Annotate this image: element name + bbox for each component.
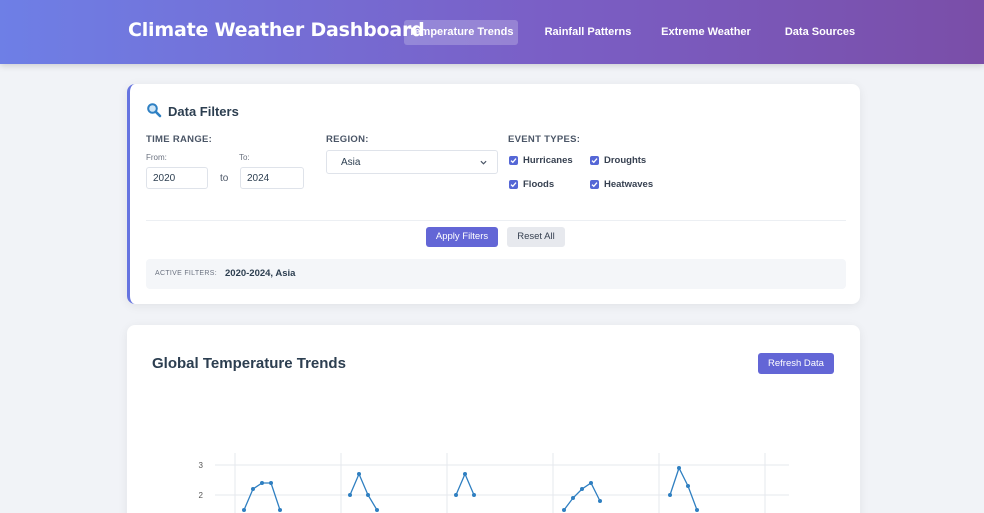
divider (146, 220, 846, 221)
checkmark-icon (510, 182, 517, 188)
data-point (375, 508, 379, 512)
data-point (260, 481, 264, 485)
data-point (668, 493, 672, 497)
y-tick-label: 2 (199, 491, 204, 500)
apply-filters-button[interactable]: Apply Filters (426, 227, 498, 247)
top-navbar: Climate Weather Dashboard Temperature Tr… (0, 0, 984, 64)
nav-tab-temperature-trends[interactable]: Temperature Trends (404, 20, 518, 45)
event-types-label: EVENT TYPES: (508, 134, 581, 145)
data-point (571, 496, 575, 500)
data-point (589, 481, 593, 485)
checkmark-icon (591, 182, 598, 188)
series-line (455, 472, 475, 496)
floods-checkbox[interactable] (509, 180, 518, 189)
data-point (598, 499, 602, 503)
data-point (278, 508, 282, 512)
active-filters-value: 2020-2024, Asia (225, 268, 296, 279)
region-selected-value: Asia (341, 157, 361, 168)
series-line (243, 482, 281, 511)
data-point (251, 487, 255, 491)
data-point (269, 481, 273, 485)
active-filters-caption: ACTIVE FILTERS: (155, 270, 217, 277)
series-line (349, 472, 378, 511)
chart-card: Global Temperature Trends Refresh Data 2… (127, 325, 860, 513)
data-point (562, 508, 566, 512)
checkmark-icon (510, 158, 517, 164)
droughts-label: Droughts (604, 155, 647, 166)
reset-all-button[interactable]: Reset All (507, 227, 565, 247)
heatwaves-checkbox[interactable] (590, 180, 599, 189)
from-label: From: (146, 153, 167, 162)
region-select[interactable]: Asia (326, 150, 498, 174)
active-filters-bar: ACTIVE FILTERS: 2020-2024, Asia (146, 259, 846, 289)
nav-tab-extreme-weather[interactable]: Extreme Weather (658, 20, 754, 45)
data-point (366, 493, 370, 497)
filters-title: Data Filters (168, 104, 239, 119)
data-point (242, 508, 246, 512)
data-point (357, 472, 361, 476)
data-point (472, 493, 476, 497)
data-point (348, 493, 352, 497)
temperature-line-chart: 23 (199, 453, 789, 513)
chevron-down-icon (480, 160, 487, 165)
data-point (677, 466, 681, 470)
nav-tab-rainfall-patterns[interactable]: Rainfall Patterns (542, 20, 634, 45)
data-point (695, 508, 699, 512)
region-label: REGION: (326, 134, 369, 145)
data-point (686, 484, 690, 488)
app-title: Climate Weather Dashboard (128, 19, 425, 41)
heatwaves-label: Heatwaves (604, 179, 654, 190)
from-year-input[interactable] (146, 167, 208, 189)
nav-tab-data-sources[interactable]: Data Sources (780, 20, 860, 45)
data-point (463, 472, 467, 476)
to-separator: to (220, 173, 229, 184)
checkmark-icon (591, 158, 598, 164)
hurricanes-label: Hurricanes (523, 155, 573, 166)
y-tick-label: 3 (199, 461, 204, 470)
floods-label: Floods (523, 179, 555, 190)
series-line (669, 466, 698, 511)
filters-card: Data Filters TIME RANGE: From: to To: RE… (127, 84, 860, 304)
droughts-checkbox[interactable] (590, 156, 599, 165)
to-label: To: (239, 153, 250, 162)
time-range-label: TIME RANGE: (146, 134, 213, 145)
to-year-input[interactable] (240, 167, 304, 189)
data-point (454, 493, 458, 497)
data-point (580, 487, 584, 491)
hurricanes-checkbox[interactable] (509, 156, 518, 165)
search-icon (147, 103, 162, 118)
